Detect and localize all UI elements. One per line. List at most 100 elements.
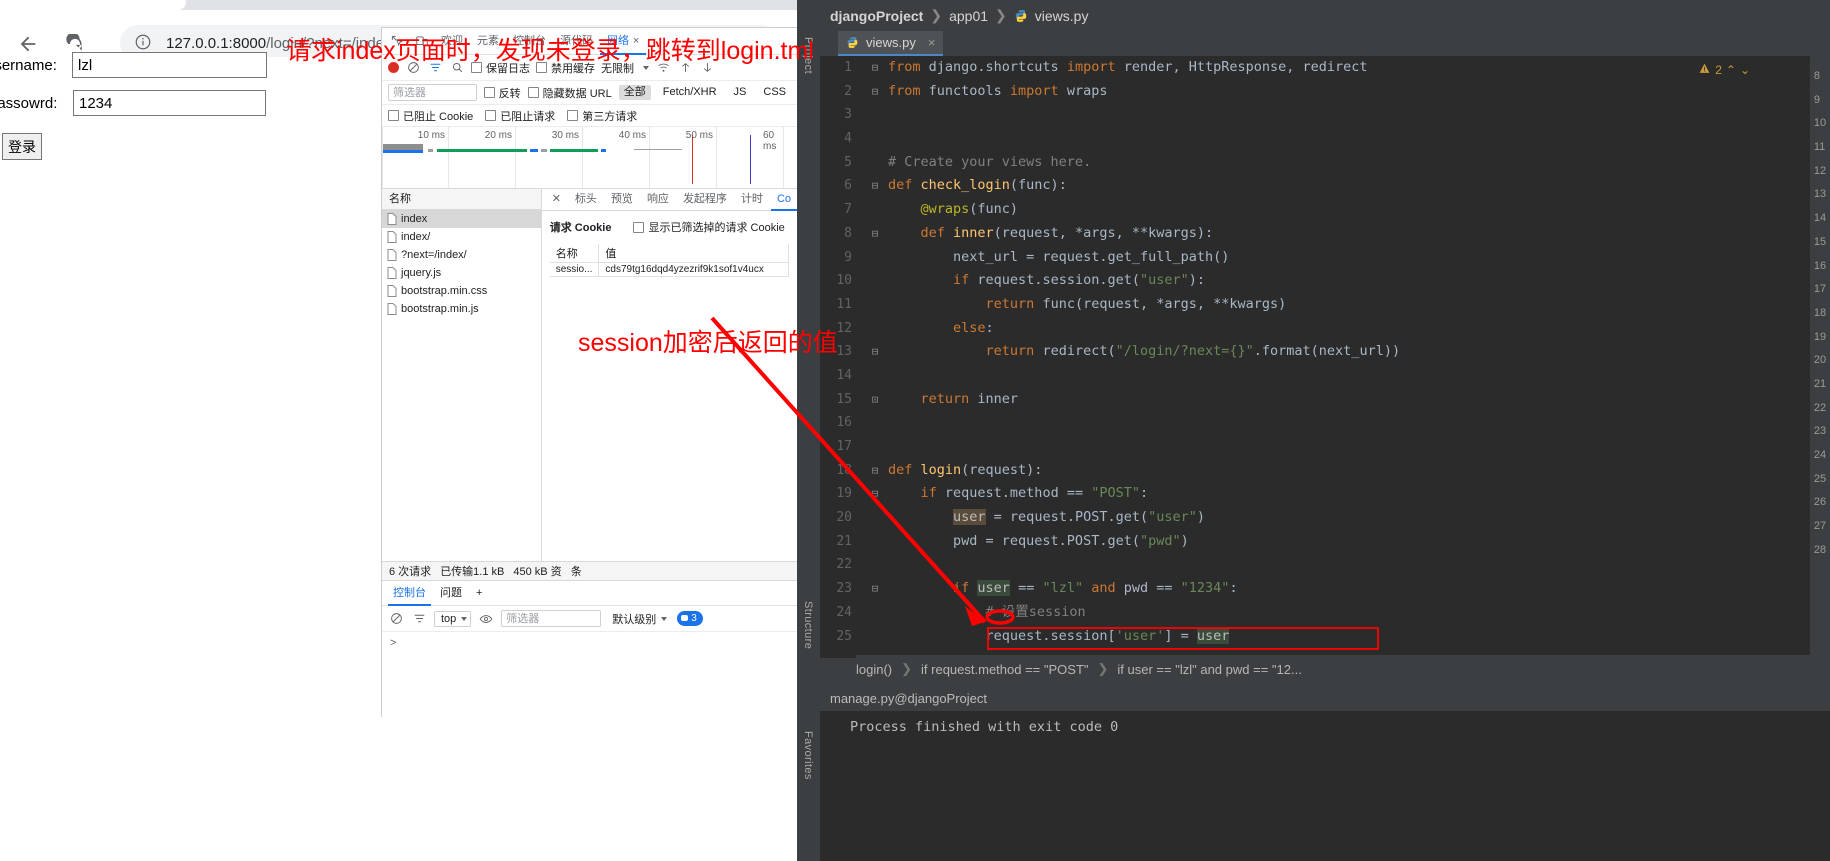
table-row[interactable]: sessio... cds79tg16dqd4yzezrif9k1sof1v4u… <box>549 262 790 277</box>
disable-cache-checkbox[interactable]: 禁用缓存 <box>536 60 595 76</box>
rail-favorites[interactable]: Favorites <box>802 731 814 780</box>
detail-tab-initiator[interactable]: 发起程序 <box>677 189 733 211</box>
drawer-tab-issues[interactable]: 问题 <box>435 581 467 606</box>
status-badge[interactable]: 2 ⌃ ⌄ <box>1698 62 1750 78</box>
filter-icon[interactable] <box>411 611 427 627</box>
code-line[interactable]: 10 if request.session.get("user"): <box>820 269 1810 293</box>
fold-marker[interactable]: ⊟ <box>862 56 888 80</box>
close-icon[interactable]: × <box>633 35 639 47</box>
breadcrumb-app[interactable]: app01 <box>949 8 988 24</box>
tab-elements[interactable]: 元素 <box>470 28 506 55</box>
fold-marker[interactable]: ⊟ <box>862 222 888 246</box>
console-context-select[interactable]: top <box>434 610 472 627</box>
code-line[interactable]: 4 <box>820 127 1810 151</box>
filter-chip-css[interactable]: CSS <box>758 85 791 100</box>
detail-tab-cookies[interactable]: Co <box>770 189 797 211</box>
show-filtered-cookies-checkbox[interactable]: 显示已筛选掉的请求 Cookie <box>633 219 785 235</box>
fold-marker[interactable]: ⊟ <box>862 340 888 364</box>
chevron-down-icon[interactable] <box>640 63 649 72</box>
list-item[interactable]: bootstrap.min.css <box>382 282 541 300</box>
filter-chip-fetch-xhr[interactable]: Fetch/XHR <box>658 85 722 100</box>
code-editor[interactable]: 2 ⌃ ⌄ 1 ⊟ from django.shortcuts import ren… <box>820 56 1810 658</box>
third-party-checkbox[interactable]: 第三方请求 <box>567 108 637 124</box>
throttle-select[interactable]: 无限制 <box>601 60 634 76</box>
close-icon[interactable]: × <box>928 35 936 50</box>
code-line[interactable]: 6 ⊟ def check_login(func): <box>820 174 1810 198</box>
code-line[interactable]: 23 ⊟ if user == "lzl" and pwd == "1234": <box>820 577 1810 601</box>
blocked-requests-checkbox[interactable]: 已阻止请求 <box>485 108 555 124</box>
network-overview-timeline[interactable]: 10 ms 20 ms 30 ms 40 ms 50 ms 60 ms <box>382 127 797 189</box>
blocked-cookies-checkbox[interactable]: 已阻止 Cookie <box>388 108 473 124</box>
rail-project[interactable]: Project <box>802 37 814 74</box>
code-line[interactable]: 19 ⊟ if request.method == "POST": <box>820 482 1810 506</box>
breadcrumb-file[interactable]: views.py <box>1035 8 1089 24</box>
preserve-log-checkbox[interactable]: 保留日志 <box>471 60 530 76</box>
code-line[interactable]: 3 <box>820 103 1810 127</box>
code-line[interactable]: 1 ⊟ from django.shortcuts import render, H… <box>820 56 1810 80</box>
code-line[interactable]: 24 # 设置session <box>820 601 1810 625</box>
console-prompt-row[interactable]: > <box>382 632 797 654</box>
code-line[interactable]: 13 ⊟ return redirect("/login/?next={}".fo… <box>820 340 1810 364</box>
code-line[interactable]: 20 user = request.POST.get("user") <box>820 506 1810 530</box>
breadcrumb-project[interactable]: djangoProject <box>830 8 923 24</box>
drawer-tab-console[interactable]: 控制台 <box>388 581 431 606</box>
console-filter-input[interactable]: 筛选器 <box>501 610 602 627</box>
filter-chip-js[interactable]: JS <box>729 85 752 100</box>
detail-tab-response[interactable]: 响应 <box>641 189 675 211</box>
code-line[interactable]: 21 pwd = request.POST.get("pwd") <box>820 530 1810 554</box>
code-line[interactable]: 9 next_url = request.get_full_path() <box>820 246 1810 270</box>
password-input[interactable] <box>73 90 266 116</box>
detail-tab-headers[interactable]: 标头 <box>569 189 603 211</box>
code-line[interactable]: 18 ⊟ def login(request): <box>820 459 1810 483</box>
code-line[interactable]: 17 <box>820 435 1810 459</box>
filter-chip-all[interactable]: 全部 <box>618 85 651 100</box>
code-line[interactable]: 2 ⊟ from functools import wraps <box>820 80 1810 104</box>
record-stop-icon[interactable] <box>388 62 399 73</box>
code-line[interactable]: 25 request.session['user'] = user <box>820 625 1810 649</box>
console-message-count-badge[interactable]: 3 <box>677 611 703 626</box>
browser-tab[interactable] <box>0 0 186 10</box>
editor-tab-views-py[interactable]: views.py × <box>838 31 944 56</box>
fold-marker[interactable]: ⊟ <box>862 459 888 483</box>
tab-welcome[interactable]: 欢迎 <box>434 28 470 55</box>
tab-console[interactable]: 控制台 <box>506 28 553 55</box>
device-toggle-icon[interactable] <box>409 29 434 54</box>
code-line[interactable]: 8 ⊟ def inner(request, *args, **kwargs): <box>820 222 1810 246</box>
code-line[interactable]: 22 <box>820 553 1810 577</box>
login-submit-button[interactable]: 登录 <box>2 133 42 160</box>
code-line[interactable]: 7 @wraps(func) <box>820 198 1810 222</box>
rail-structure[interactable]: Structure <box>802 601 814 649</box>
download-arrow-icon[interactable] <box>699 60 715 76</box>
console-level-select[interactable]: 默认级别 <box>608 610 670 628</box>
fold-marker[interactable]: ⊟ <box>862 577 888 601</box>
fold-marker[interactable]: ⊟ <box>862 482 888 506</box>
code-line[interactable]: 14 <box>820 364 1810 388</box>
code-line[interactable]: 15 ⊡ return inner <box>820 388 1810 412</box>
info-circle-icon[interactable] <box>134 33 154 53</box>
code-line[interactable]: 16 <box>820 411 1810 435</box>
tab-sources[interactable]: 源代码 <box>553 28 600 55</box>
wifi-throttle-icon[interactable] <box>655 60 671 76</box>
list-item[interactable]: ?next=/index/ <box>382 246 541 264</box>
code-breadcrumb-1[interactable]: if request.method == "POST" <box>921 662 1088 677</box>
tab-network[interactable]: 网络 × <box>600 28 647 55</box>
list-item[interactable]: jquery.js <box>382 264 541 282</box>
close-icon[interactable]: ✕ <box>546 189 567 211</box>
invert-checkbox[interactable]: 反转 <box>483 85 521 101</box>
search-icon[interactable] <box>449 60 465 76</box>
upload-arrow-icon[interactable] <box>677 60 693 76</box>
code-line[interactable]: 5 # Create your views here. <box>820 151 1810 175</box>
code-breadcrumb-0[interactable]: login() <box>856 662 892 677</box>
chevron-down-icon[interactable]: ⌄ <box>1740 63 1750 77</box>
detail-tab-timing[interactable]: 计时 <box>735 189 769 211</box>
inspect-icon[interactable] <box>384 29 409 54</box>
plus-icon[interactable]: + <box>471 581 487 606</box>
code-line[interactable]: 12 else: <box>820 317 1810 341</box>
clear-circle-icon[interactable] <box>405 60 421 76</box>
network-filter-input[interactable]: 筛选器 <box>388 84 477 101</box>
fold-marker[interactable]: ⊟ <box>862 174 888 198</box>
hide-data-urls-checkbox[interactable]: 隐藏数据 URL <box>527 85 612 101</box>
run-configuration-header[interactable]: manage.py@djangoProject <box>820 685 1830 711</box>
code-breadcrumb-2[interactable]: if user == "lzl" and pwd == "12... <box>1117 662 1301 677</box>
eye-icon[interactable] <box>478 611 494 627</box>
